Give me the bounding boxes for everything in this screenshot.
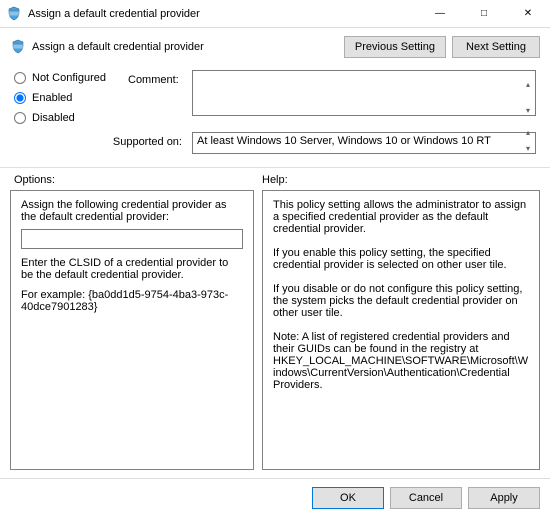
options-example: For example: {ba0dd1d5-9754-4ba3-973c-40… [21,289,243,313]
policy-title: Assign a default credential provider [32,41,204,53]
supported-scroll-up[interactable]: ▴ [521,125,535,141]
supported-on-field: At least Windows 10 Server, Windows 10 o… [192,132,536,154]
options-heading: Assign the following credential provider… [21,199,243,223]
enabled-radio-input[interactable] [14,92,26,104]
not-configured-radio[interactable]: Not Configured [14,72,124,84]
not-configured-label: Not Configured [32,72,106,84]
supported-scroll-down[interactable]: ▾ [521,141,535,157]
enabled-radio[interactable]: Enabled [14,92,124,104]
help-panel: This policy setting allows the administr… [262,190,540,470]
panels-header: Options: Help: [0,168,550,190]
titlebar: Assign a default credential provider ― □… [0,0,550,28]
supported-on-label: Supported on: [14,124,188,157]
config-area: Not Configured Enabled Disabled Comment:… [0,64,550,168]
disabled-radio-input[interactable] [14,112,26,124]
not-configured-radio-input[interactable] [14,72,26,84]
comment-input[interactable] [192,70,536,116]
comment-label: Comment: [128,70,188,124]
previous-setting-button[interactable]: Previous Setting [344,36,446,58]
panels: Assign the following credential provider… [0,190,550,478]
ok-button[interactable]: OK [312,487,384,509]
next-setting-button[interactable]: Next Setting [452,36,540,58]
options-hint: Enter the CLSID of a credential provider… [21,257,243,281]
help-label: Help: [262,174,536,186]
help-text: This policy setting allows the administr… [273,199,529,391]
options-label: Options: [14,174,262,186]
state-radio-group: Not Configured Enabled Disabled [14,70,124,124]
header-row: Assign a default credential provider Pre… [0,28,550,64]
clsid-input[interactable] [21,229,243,249]
bottom-bar: OK Cancel Apply [0,478,550,519]
apply-button[interactable]: Apply [468,487,540,509]
comment-scroll-up[interactable]: ▴ [521,71,535,97]
options-panel: Assign the following credential provider… [10,190,254,470]
maximize-button[interactable]: □ [462,0,506,27]
comment-scroll-down[interactable]: ▾ [521,97,535,123]
policy-shield-icon [10,39,26,55]
window-title: Assign a default credential provider [28,8,418,20]
enabled-label: Enabled [32,92,72,104]
disabled-label: Disabled [32,112,75,124]
cancel-button[interactable]: Cancel [390,487,462,509]
disabled-radio[interactable]: Disabled [14,112,124,124]
close-button[interactable]: ✕ [506,0,550,27]
minimize-button[interactable]: ― [418,0,462,27]
policy-shield-icon [6,6,22,22]
window-controls: ― □ ✕ [418,0,550,27]
